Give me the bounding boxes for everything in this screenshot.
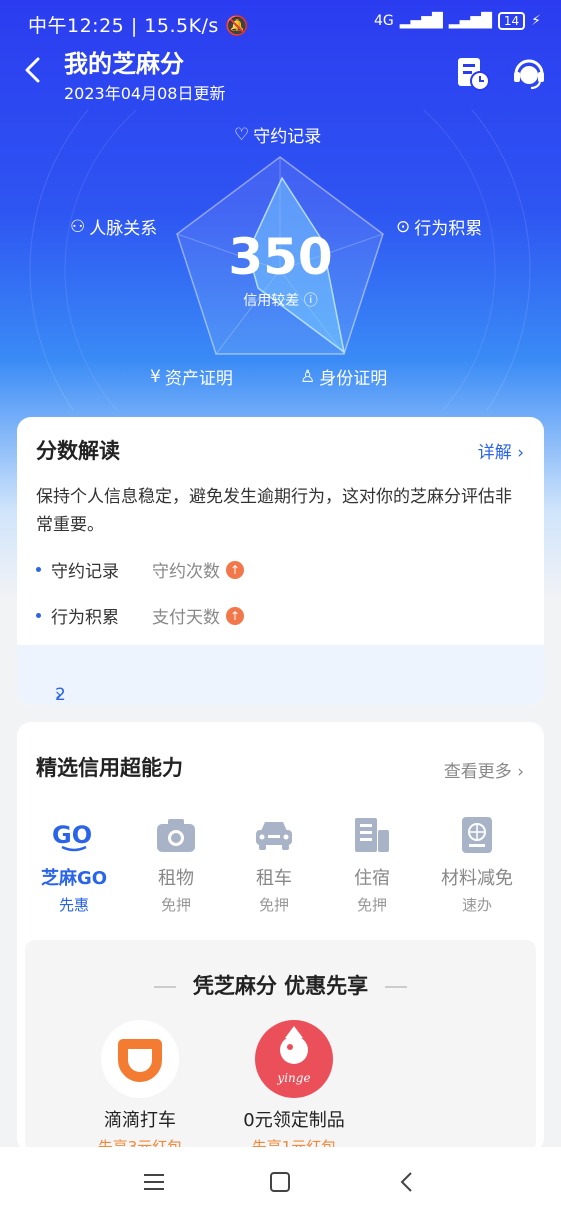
network-type: 4G <box>373 13 394 29</box>
interpretation-description: 保持个人信息稳定，避免发生逾期行为，这对你的芝麻分评估非常重要。 <box>36 487 512 535</box>
back-arrow-icon[interactable] <box>18 54 50 86</box>
info-icon: ⓘ <box>303 293 318 309</box>
divider-line <box>153 986 176 988</box>
service-materials[interactable]: 材料减免 速办 <box>422 814 532 915</box>
go-logo-icon: GO <box>26 814 122 856</box>
camera-icon <box>128 814 224 856</box>
battery-indicator: 14 <box>497 12 526 30</box>
customer-service-icon[interactable] <box>510 54 548 92</box>
status-speed: 15.5K/s <box>144 15 219 37</box>
promo-title: 凭芝麻分 优惠先享 <box>192 974 369 998</box>
heart-shield-icon: ♡ <box>234 124 250 145</box>
credit-radar: ♡ 守约记录 ⚇ 人脉关系 ⊙ 行为积累 ¥ 资产证明 ♙ 身份证明 350 信… <box>0 19 561 521</box>
didi-logo <box>101 1020 179 1098</box>
car-icon <box>226 814 322 856</box>
charging-icon: ⚡ <box>531 13 541 29</box>
person-icon: ♙ <box>300 366 316 387</box>
passport-icon <box>422 814 532 856</box>
factor-value: 支付天数 <box>152 608 220 628</box>
svg-text:yinge: yinge <box>276 1071 310 1085</box>
page-header: 我的芝麻分 2023年04月08日更新 <box>0 44 561 108</box>
arrow-up-icon: ↑ <box>226 560 244 579</box>
signal-icon-2: ▂▄▆█ <box>448 13 492 29</box>
promo-section: 凭芝麻分 优惠先享 滴滴打车 先享3元红包 yinge 0元领定制品 <box>25 940 536 1156</box>
learn-banner[interactable]: 2分钟带你快速了解芝麻分是什么 › <box>17 645 544 705</box>
view-more-link[interactable]: 查看更多 › <box>444 757 524 782</box>
chevron-right-icon: › <box>55 685 62 705</box>
card-title: 分数解读 <box>36 439 120 463</box>
dimension-top[interactable]: ♡ 守约记录 <box>234 122 321 148</box>
back-triangle-icon[interactable] <box>392 1167 422 1197</box>
mute-icon: 🔕 <box>225 15 250 37</box>
bullet-dot <box>36 613 41 618</box>
factor-row[interactable]: 行为积累 支付天数 ↑ <box>36 603 244 628</box>
factor-row[interactable]: 守约记录 守约次数 ↑ <box>36 557 244 582</box>
page-title: 我的芝麻分 <box>64 50 184 78</box>
card-title: 精选信用超能力 <box>36 756 183 780</box>
detail-link[interactable]: 详解 › <box>478 438 524 463</box>
record-clock-icon[interactable] <box>454 54 492 92</box>
svg-text:GO: GO <box>52 821 92 849</box>
credit-abilities-card: 精选信用超能力 查看更多 › GO 芝麻GO 先惠 租物 免押 租车 免押 住宿… <box>17 722 544 1156</box>
dimension-bottom-left[interactable]: ¥ 资产证明 <box>150 364 233 390</box>
bullet-dot <box>36 567 41 572</box>
status-bar: 中午12:25 | 15.5K/s 🔕 4G ▂▄▆█ ▂▄▆█ 14 ⚡ <box>28 12 541 37</box>
service-lodging[interactable]: 住宿 免押 <box>324 814 420 915</box>
dimension-bottom-right[interactable]: ♙ 身份证明 <box>300 364 387 390</box>
update-date: 2023年04月08日更新 <box>64 84 226 103</box>
chevron-right-icon: › <box>517 443 524 463</box>
factor-label: 守约记录 <box>51 562 119 582</box>
credit-score: 350 <box>228 228 333 286</box>
yen-icon: ¥ <box>150 366 161 387</box>
divider-line <box>385 986 408 988</box>
score-interpretation-card: 分数解读 详解 › 保持个人信息稳定，避免发生逾期行为，这对你的芝麻分评估非常重… <box>17 417 544 705</box>
menu-icon[interactable] <box>139 1167 169 1197</box>
service-rent-items[interactable]: 租物 免押 <box>128 814 224 915</box>
signal-icon: ▂▄▆█ <box>399 13 443 29</box>
promo-yinge[interactable]: yinge 0元领定制品 先享1元红包 <box>219 1020 369 1157</box>
building-icon <box>324 814 420 856</box>
status-time: 中午12:25 <box>28 15 125 37</box>
service-zhima-go[interactable]: GO 芝麻GO 先惠 <box>26 814 122 915</box>
factor-value: 守约次数 <box>152 562 220 582</box>
credit-level[interactable]: 信用较差 ⓘ <box>0 290 561 310</box>
system-nav-bar <box>0 1147 561 1215</box>
yinge-logo: yinge <box>255 1020 333 1098</box>
promo-didi[interactable]: 滴滴打车 先享3元红包 <box>65 1020 215 1157</box>
home-square-icon[interactable] <box>265 1167 295 1197</box>
arrow-up-icon: ↑ <box>226 606 244 625</box>
factor-label: 行为积累 <box>51 608 119 628</box>
chevron-right-icon: › <box>517 762 524 782</box>
service-rent-car[interactable]: 租车 免押 <box>226 814 322 915</box>
